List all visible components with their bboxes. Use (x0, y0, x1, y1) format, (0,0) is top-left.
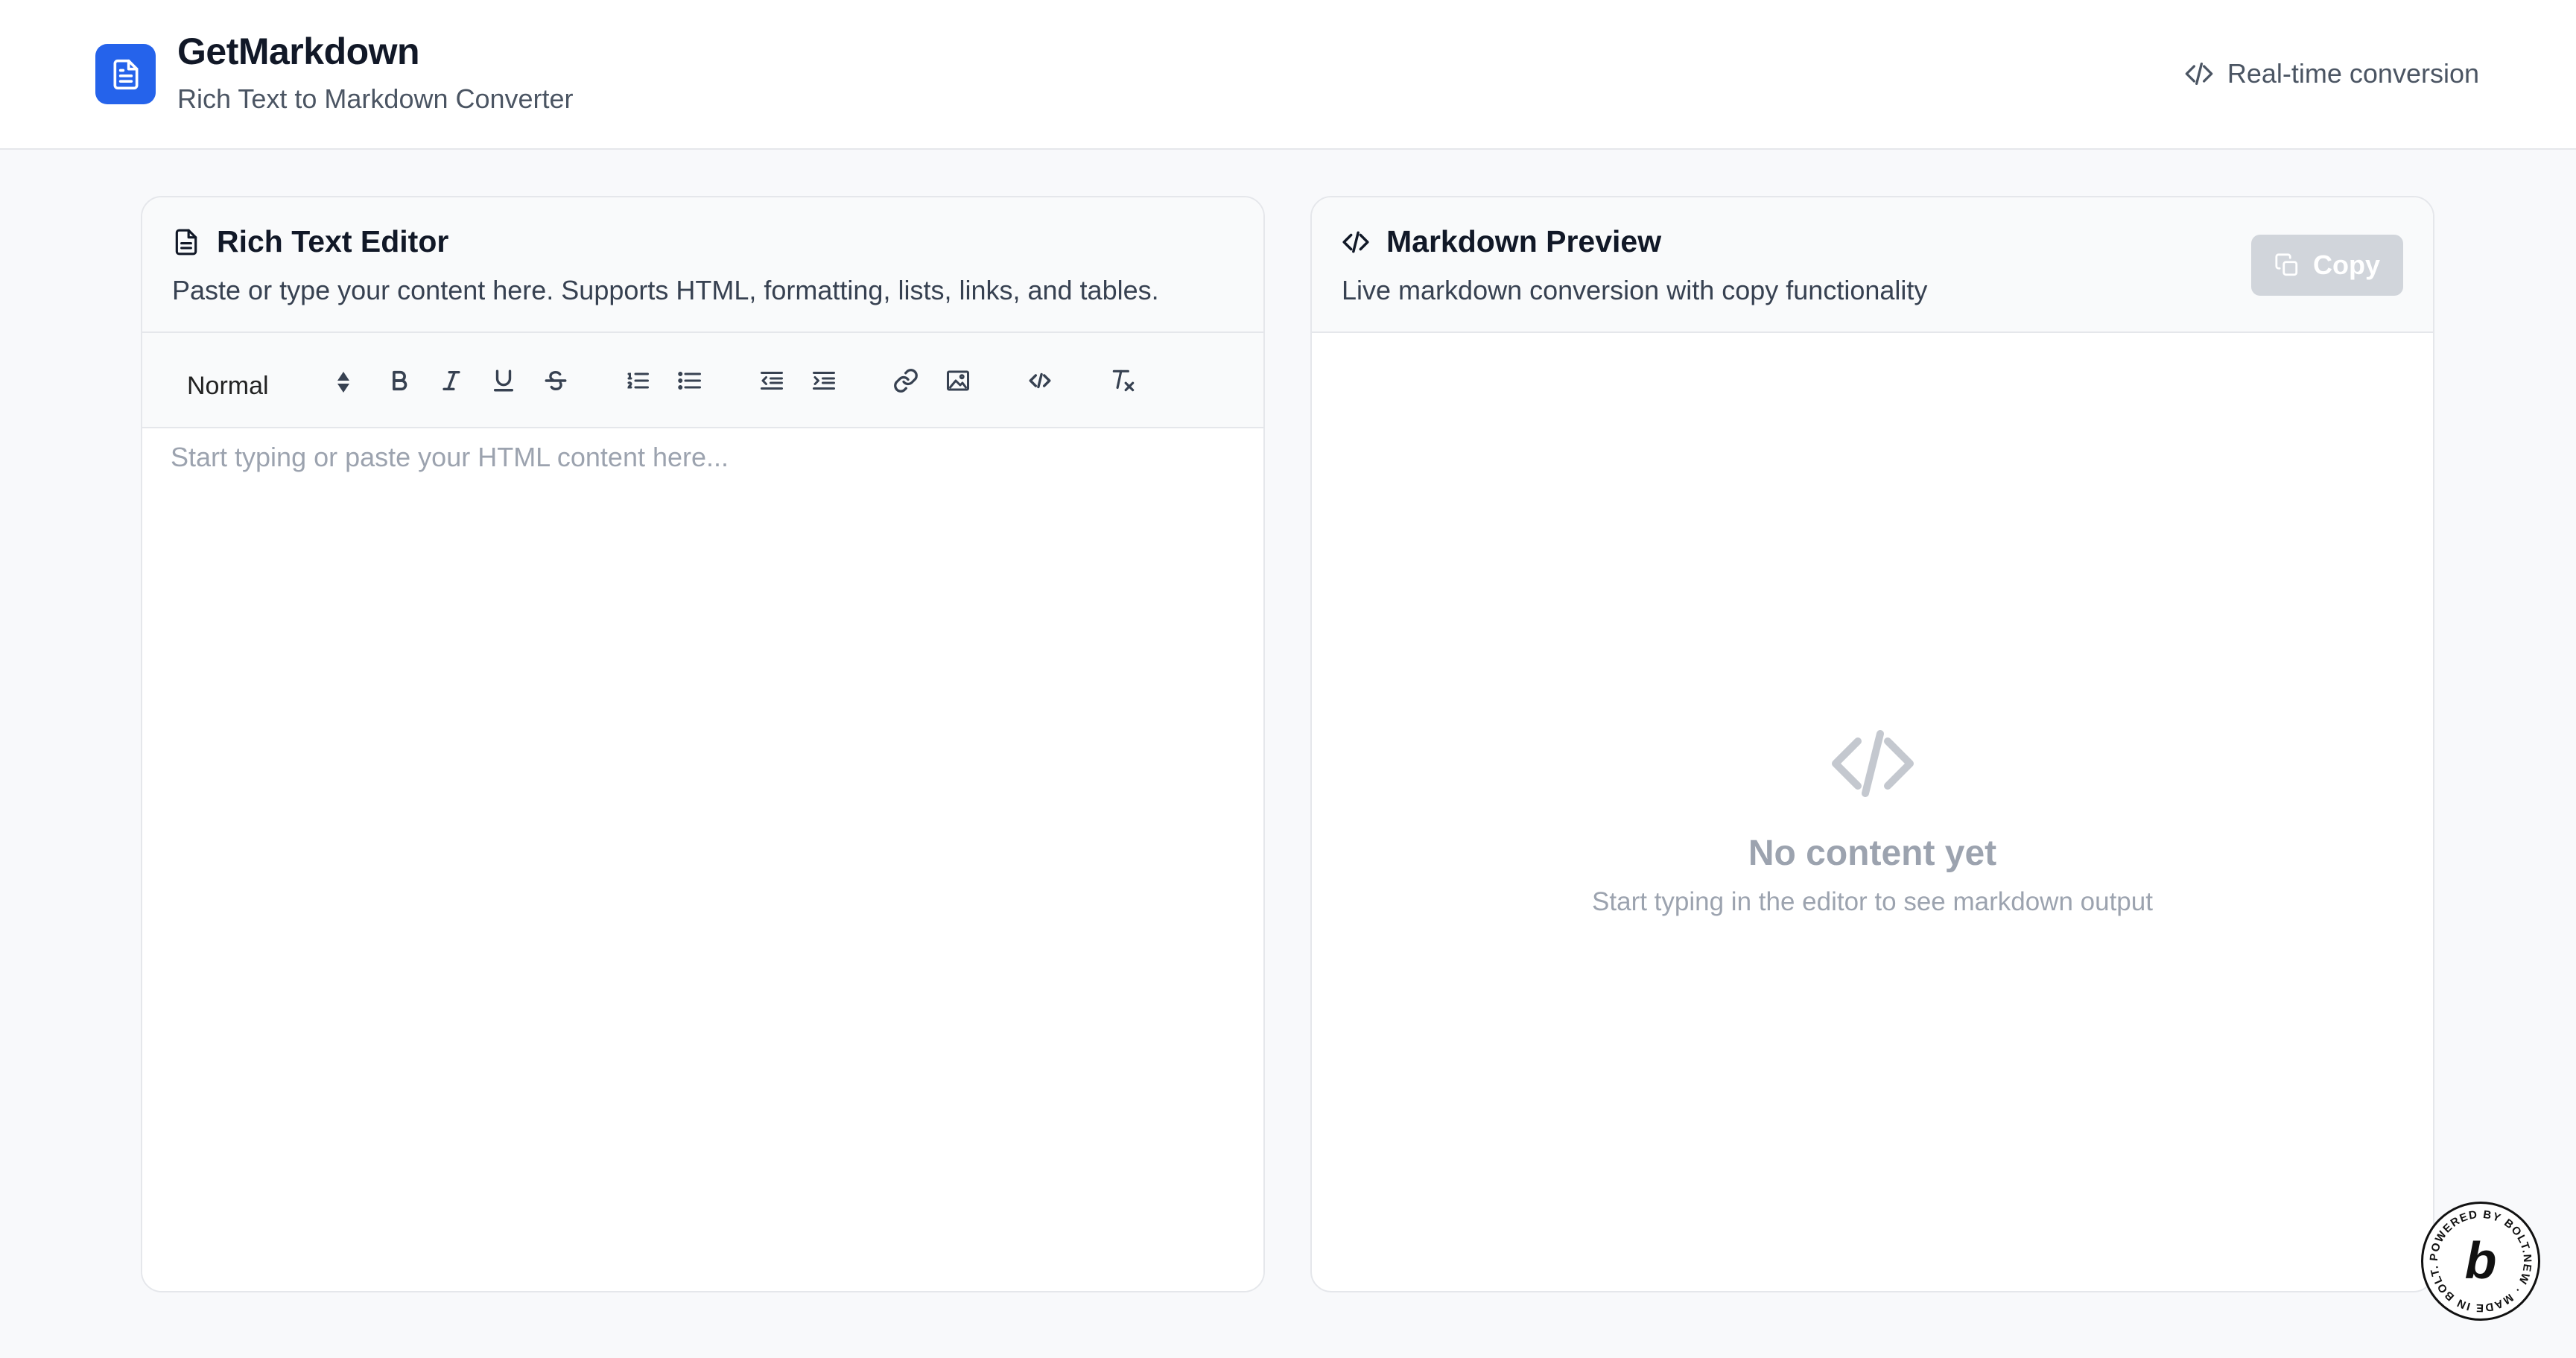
preview-panel: Markdown Preview Live markdown conversio… (1310, 196, 2434, 1292)
bolt-badge[interactable]: POWERED BY BOLT.NEW · MADE IN BOLT.NEW b (2417, 1194, 2540, 1321)
underline-icon (493, 369, 514, 392)
editor-title-text: Rich Text Editor (217, 224, 449, 258)
outdent-button[interactable] (753, 360, 790, 402)
ordered-list-button[interactable] (619, 360, 656, 402)
app-header: GetMarkdown Rich Text to Markdown Conver… (0, 0, 2576, 150)
bolt-badge-letter: b (2465, 1231, 2497, 1289)
logo (95, 44, 156, 104)
indent-button[interactable] (805, 360, 843, 402)
empty-state-subtitle: Start typing in the editor to see markdo… (1592, 887, 2153, 916)
app-subtitle: Rich Text to Markdown Converter (177, 83, 574, 114)
preview-description: Live markdown conversion with copy funct… (1342, 275, 1928, 305)
outdent-icon (761, 372, 783, 390)
clear-format-button[interactable] (1105, 360, 1142, 402)
underline-button[interactable] (485, 360, 522, 402)
bullet-list-button[interactable] (671, 360, 708, 402)
empty-state: No content yet Start typing in the edito… (1312, 719, 2433, 917)
preview-panel-header: Markdown Preview Live markdown conversio… (1312, 197, 2433, 333)
select-arrows-icon (337, 372, 349, 393)
empty-state-title: No content yet (1748, 834, 1997, 873)
indent-icon (813, 372, 835, 390)
code-icon (1029, 372, 1051, 389)
app-title: GetMarkdown (177, 31, 420, 72)
editor-content-area[interactable] (142, 428, 1263, 1291)
realtime-status: Real-time conversion (2184, 58, 2479, 89)
link-icon (894, 369, 918, 393)
copy-icon (2275, 253, 2298, 276)
italic-button[interactable] (433, 360, 470, 402)
code-icon (1831, 730, 1914, 797)
copy-button-label: Copy (2313, 250, 2380, 280)
editor-title: Rich Text Editor (172, 224, 448, 259)
clear-format-icon (1112, 369, 1135, 392)
format-select[interactable]: Normal (187, 366, 351, 407)
bold-icon (393, 370, 407, 391)
bullet-list-icon (678, 372, 701, 390)
editor-placeholder: Start typing or paste your HTML content … (171, 442, 729, 472)
copy-button[interactable]: Copy (2251, 235, 2403, 296)
editor-description: Paste or type your content here. Support… (172, 275, 1159, 305)
ordered-list-icon (627, 372, 649, 389)
document-icon (113, 59, 138, 89)
strike-button[interactable] (537, 360, 574, 402)
image-icon (947, 370, 969, 391)
strikethrough-icon (545, 370, 567, 391)
code-icon (2185, 63, 2213, 86)
preview-title-text: Markdown Preview (1386, 224, 1662, 258)
editor-panel-header: Rich Text Editor Paste or type your cont… (142, 197, 1263, 333)
bolt-badge-icon: POWERED BY BOLT.NEW · MADE IN BOLT.NEW b (2417, 1194, 2533, 1314)
link-button[interactable] (887, 360, 924, 402)
image-button[interactable] (939, 360, 977, 402)
code-icon (1342, 231, 1369, 253)
code-button[interactable] (1021, 360, 1059, 402)
preview-title: Markdown Preview (1342, 224, 1661, 259)
editor-toolbar: Normal (142, 333, 1263, 428)
italic-icon (442, 370, 460, 391)
editor-panel: Rich Text Editor Paste or type your cont… (141, 196, 1265, 1292)
format-select-value: Normal (187, 372, 269, 400)
bold-button[interactable] (381, 360, 418, 402)
realtime-label: Real-time conversion (2227, 58, 2479, 89)
document-icon (175, 229, 197, 255)
